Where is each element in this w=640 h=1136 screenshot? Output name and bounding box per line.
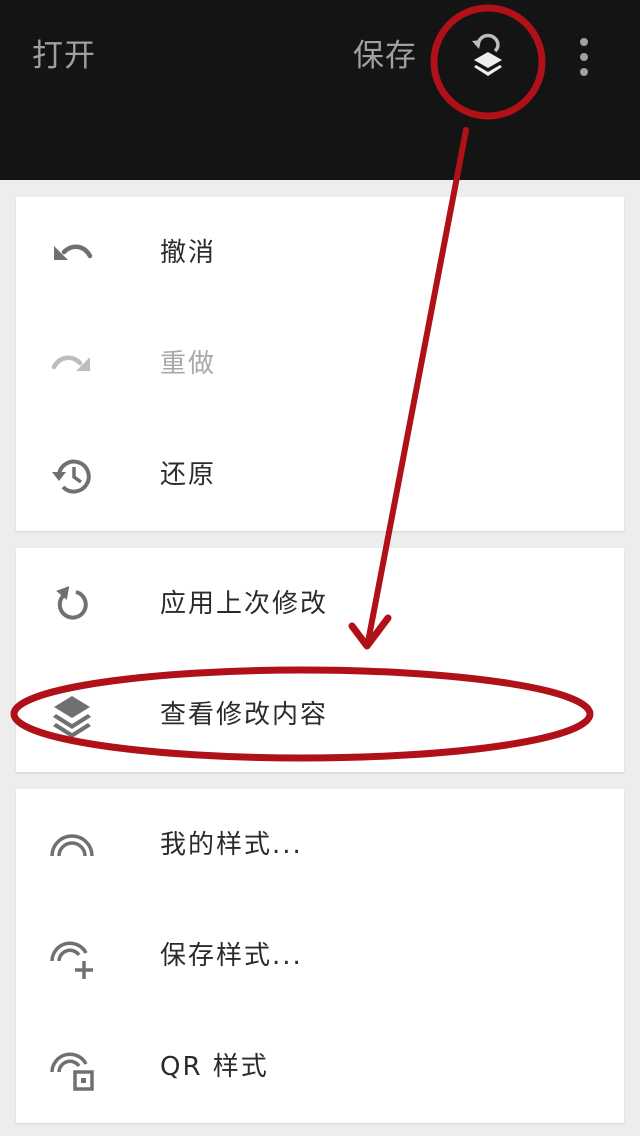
reapply-icon xyxy=(56,586,88,620)
menu-item-label: 重做 xyxy=(160,349,217,379)
menu-item-redo[interactable]: 重做 xyxy=(16,308,624,419)
menu-item-my-styles[interactable]: 我的样式... xyxy=(16,789,624,900)
open-button[interactable]: 打开 xyxy=(32,36,96,76)
save-button[interactable]: 保存 xyxy=(353,36,417,76)
history-icon xyxy=(52,459,91,494)
menu-item-qr-style[interactable]: QR 样式 xyxy=(16,1011,624,1122)
menu-item-label: 还原 xyxy=(160,460,217,490)
menu-item-apply-last-edit[interactable]: 应用上次修改 xyxy=(16,548,624,659)
style-add-icon xyxy=(50,941,93,979)
menu-item-label: 撤消 xyxy=(160,238,217,268)
style-arc-icon xyxy=(50,834,94,857)
more-vert-icon[interactable] xyxy=(574,36,594,78)
history-menu-card: 撤消 重做 还原 xyxy=(16,197,624,531)
layers-icon xyxy=(53,696,91,738)
menu-item-label: 保存样式... xyxy=(160,941,303,971)
redo-icon xyxy=(51,355,90,371)
menu-item-revert[interactable]: 还原 xyxy=(16,419,624,530)
menu-item-view-edits[interactable]: 查看修改内容 xyxy=(16,659,624,770)
menu-item-save-style[interactable]: 保存样式... xyxy=(16,900,624,1011)
styles-menu-card: 我的样式... 保存样式... QR 样式 xyxy=(16,789,624,1123)
edits-menu-card: 应用上次修改 查看修改内容 xyxy=(16,548,624,772)
menu-item-undo[interactable]: 撤消 xyxy=(16,197,624,308)
menu-item-label: 查看修改内容 xyxy=(160,700,329,730)
top-app-bar: 打开 保存 xyxy=(0,0,640,180)
menu-item-label: 应用上次修改 xyxy=(160,589,329,619)
menu-item-label: QR 样式 xyxy=(160,1052,269,1082)
menu-item-label: 我的样式... xyxy=(160,830,303,860)
style-qr-icon xyxy=(50,1052,94,1091)
undo-icon xyxy=(54,244,93,260)
layers-undo-icon[interactable] xyxy=(468,32,508,82)
